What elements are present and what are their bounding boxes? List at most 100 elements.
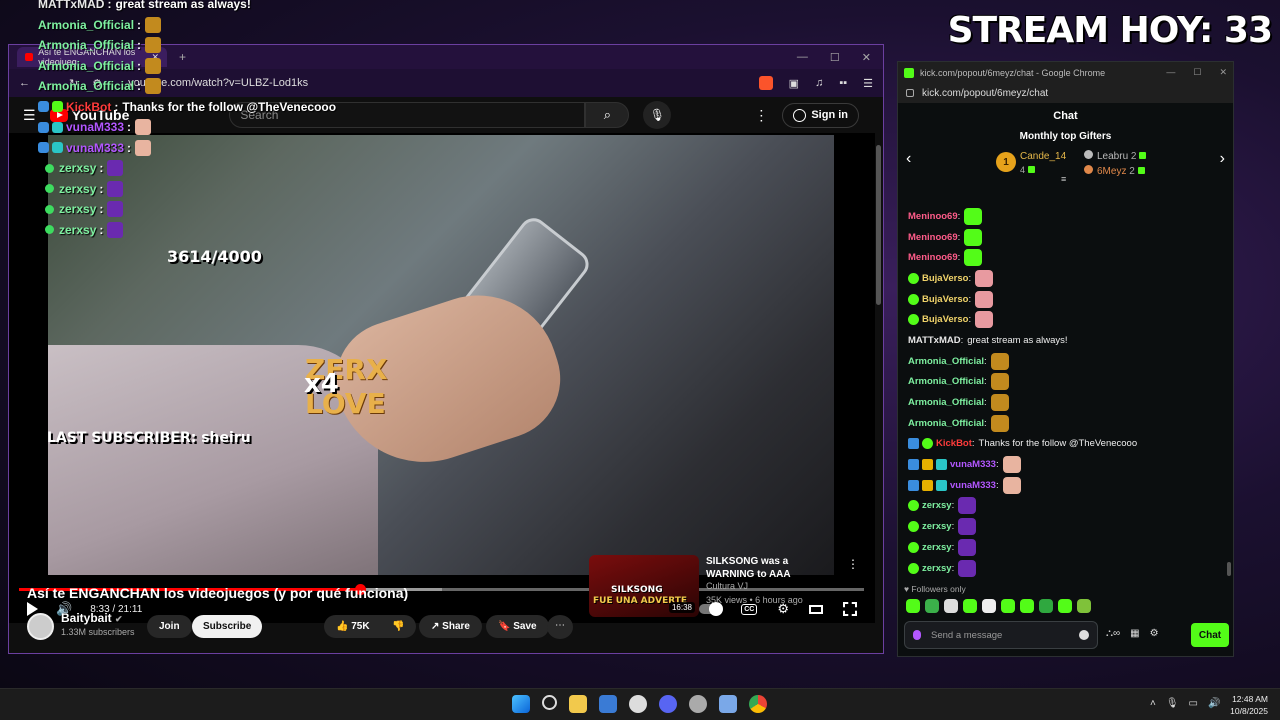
discord-icon[interactable] (659, 695, 677, 713)
chat-username[interactable]: Meninoo69 (908, 211, 958, 222)
chat-username[interactable]: zerxsy (59, 223, 96, 237)
search-button[interactable]: ⌕ (585, 102, 630, 128)
close-window-icon[interactable]: ✕ (1219, 67, 1227, 78)
channel-name[interactable]: Baitybait ✔ (61, 611, 123, 625)
minimize-icon[interactable]: — (797, 51, 808, 64)
gifters-prev-icon[interactable]: ‹ (906, 150, 911, 168)
back-icon[interactable]: ← (19, 77, 30, 89)
settings-gear-icon[interactable]: ⚙ (1150, 628, 1159, 639)
join-button[interactable]: Join (147, 615, 192, 638)
chat-username[interactable]: Meninoo69 (908, 232, 958, 243)
chat-username[interactable]: zerxsy (59, 161, 96, 175)
emote-icon[interactable] (1020, 599, 1034, 613)
emote-icon[interactable] (963, 599, 977, 613)
send-chat-button[interactable]: Chat (1191, 623, 1229, 647)
emote-icon[interactable] (1077, 599, 1091, 613)
extensions-icon[interactable]: ▪▪ (839, 77, 847, 89)
chat-url[interactable]: kick.com/popout/6meyz/chat (922, 88, 1048, 99)
menu-icon[interactable]: ☰ (863, 77, 873, 90)
chat-username[interactable]: vunaM333 (66, 120, 124, 134)
chat-username[interactable]: vunaM333 (950, 480, 996, 491)
chat-username[interactable]: zerxsy (922, 542, 952, 553)
recommendation-channel[interactable]: Cultura VJ (706, 581, 748, 591)
network-icon[interactable]: ▭ (1189, 698, 1198, 709)
chat-username[interactable]: KickBot (66, 100, 111, 114)
chat-username[interactable]: vunaM333 (66, 141, 124, 155)
chat-scrollbar[interactable] (1227, 562, 1231, 576)
media-icon[interactable]: ♫ (815, 77, 823, 89)
share-icon[interactable]: ⛬∞ (1106, 628, 1120, 639)
sidebar-icon[interactable]: ▣ (789, 77, 799, 90)
file-explorer-icon[interactable] (569, 695, 587, 713)
chat-username[interactable]: KickBot (936, 438, 972, 449)
chat-message-input[interactable]: Send a message (904, 621, 1098, 649)
emote-icon[interactable] (982, 599, 996, 613)
microphone-icon[interactable] (913, 630, 921, 640)
close-window-icon[interactable]: ✕ (862, 51, 871, 64)
chat-username[interactable]: MATTxMAD (38, 0, 104, 11)
like-button[interactable]: 👍 75K (324, 615, 382, 638)
chat-username[interactable]: Armonia_Official (908, 376, 984, 387)
site-info-icon[interactable] (906, 89, 914, 97)
store-icon[interactable] (599, 695, 617, 713)
chat-username[interactable]: BujaVerso (922, 294, 968, 305)
gifter-3-name[interactable]: 6Meyz 2 (1084, 165, 1145, 177)
chat-username[interactable]: Armonia_Official (908, 418, 984, 429)
start-windows-icon[interactable] (512, 695, 530, 713)
recommendation-more-icon[interactable]: ⋮ (847, 557, 859, 571)
gifters-next-icon[interactable]: › (1220, 150, 1225, 168)
hamburger-icon[interactable]: ☰ (23, 107, 36, 124)
chat-username[interactable]: Armonia_Official (908, 356, 984, 367)
obs-icon[interactable] (689, 695, 707, 713)
save-button[interactable]: 🔖 Save (486, 615, 549, 638)
more-options-icon[interactable]: ⋮ (754, 107, 768, 124)
mic-tray-icon[interactable]: 🎙 (1166, 698, 1179, 709)
chat-username[interactable]: Armonia_Official (908, 397, 984, 408)
chat-username[interactable]: zerxsy (922, 563, 952, 574)
tray-chevron-icon[interactable]: ˄ (1150, 698, 1156, 709)
emote-icon[interactable] (906, 599, 920, 613)
gifter-1-name[interactable]: Cande_14 (1020, 151, 1066, 162)
chat-username[interactable]: Armonia_Official (38, 18, 134, 32)
chat-username[interactable]: MATTxMAD (908, 335, 961, 346)
maximize-icon[interactable]: ☐ (1193, 67, 1201, 78)
emote-icon[interactable] (925, 599, 939, 613)
page-scrollbar[interactable] (876, 145, 881, 305)
emote-icon[interactable] (1058, 599, 1072, 613)
gifter-2-name[interactable]: Leabru 2 (1084, 150, 1147, 162)
subscribe-button[interactable]: Subscribe (192, 615, 263, 638)
channel-avatar[interactable] (27, 613, 54, 640)
search-icon[interactable] (542, 695, 557, 710)
voice-search-button[interactable]: 🎙 (643, 101, 672, 129)
more-actions-button[interactable]: ⋯ (547, 615, 573, 639)
chrome-icon[interactable] (749, 695, 767, 713)
chat-username[interactable]: zerxsy (922, 500, 952, 511)
chat-username[interactable]: Armonia_Official (38, 79, 134, 93)
emoji-icon[interactable] (1079, 630, 1089, 640)
emote-icon[interactable] (944, 599, 958, 613)
chat-username[interactable]: Armonia_Official (38, 59, 134, 73)
chat-username[interactable]: vunaM333 (950, 459, 996, 470)
maximize-icon[interactable]: ☐ (830, 51, 840, 64)
chat-username[interactable]: Armonia_Official (38, 38, 134, 52)
recommendation-title[interactable]: SILKSONG was a WARNING to AAA (706, 555, 836, 581)
app-icon[interactable] (719, 695, 737, 713)
clock[interactable]: 12:48 AM 10/8/2025 (1230, 693, 1268, 717)
store-icon[interactable]: ▦ (1130, 628, 1139, 639)
chat-username[interactable]: BujaVerso (922, 273, 968, 284)
brave-shield-icon[interactable] (758, 76, 773, 90)
dislike-button[interactable]: 👎 (380, 615, 417, 638)
chat-username[interactable]: zerxsy (922, 521, 952, 532)
chat-username[interactable]: zerxsy (59, 182, 96, 196)
recommendation-thumbnail[interactable]: SILKSONG FUE UNA ADVERTE 16:38 (589, 555, 699, 617)
share-button[interactable]: ↗ Share (419, 615, 482, 638)
minimize-icon[interactable]: — (1166, 67, 1175, 78)
chat-username[interactable]: Meninoo69 (908, 252, 958, 263)
sign-in-button[interactable]: Sign in (782, 102, 859, 128)
collapse-icon[interactable]: ≡ (1061, 174, 1066, 184)
steam-icon[interactable] (629, 695, 647, 713)
chat-username[interactable]: BujaVerso (922, 314, 968, 325)
emote-icon[interactable] (1001, 599, 1015, 613)
emote-icon[interactable] (1039, 599, 1053, 613)
chat-username[interactable]: zerxsy (59, 202, 96, 216)
